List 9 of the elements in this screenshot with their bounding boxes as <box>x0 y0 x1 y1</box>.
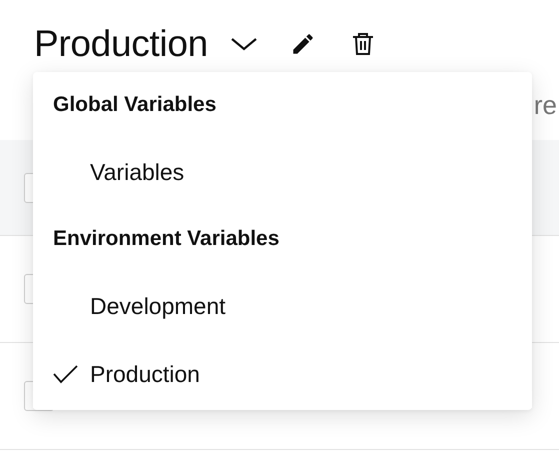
trash-icon[interactable] <box>350 31 375 57</box>
menu-item[interactable]: Development <box>33 272 532 340</box>
menu-item[interactable]: Variables <box>33 138 532 206</box>
chevron-down-icon[interactable] <box>230 36 258 52</box>
page-title: Production <box>34 22 208 66</box>
column-label: re <box>534 90 557 120</box>
menu-group-heading: Global Variables <box>52 92 218 118</box>
menu-group-heading: Environment Variables <box>52 226 280 252</box>
menu-item[interactable]: Production <box>33 340 532 408</box>
